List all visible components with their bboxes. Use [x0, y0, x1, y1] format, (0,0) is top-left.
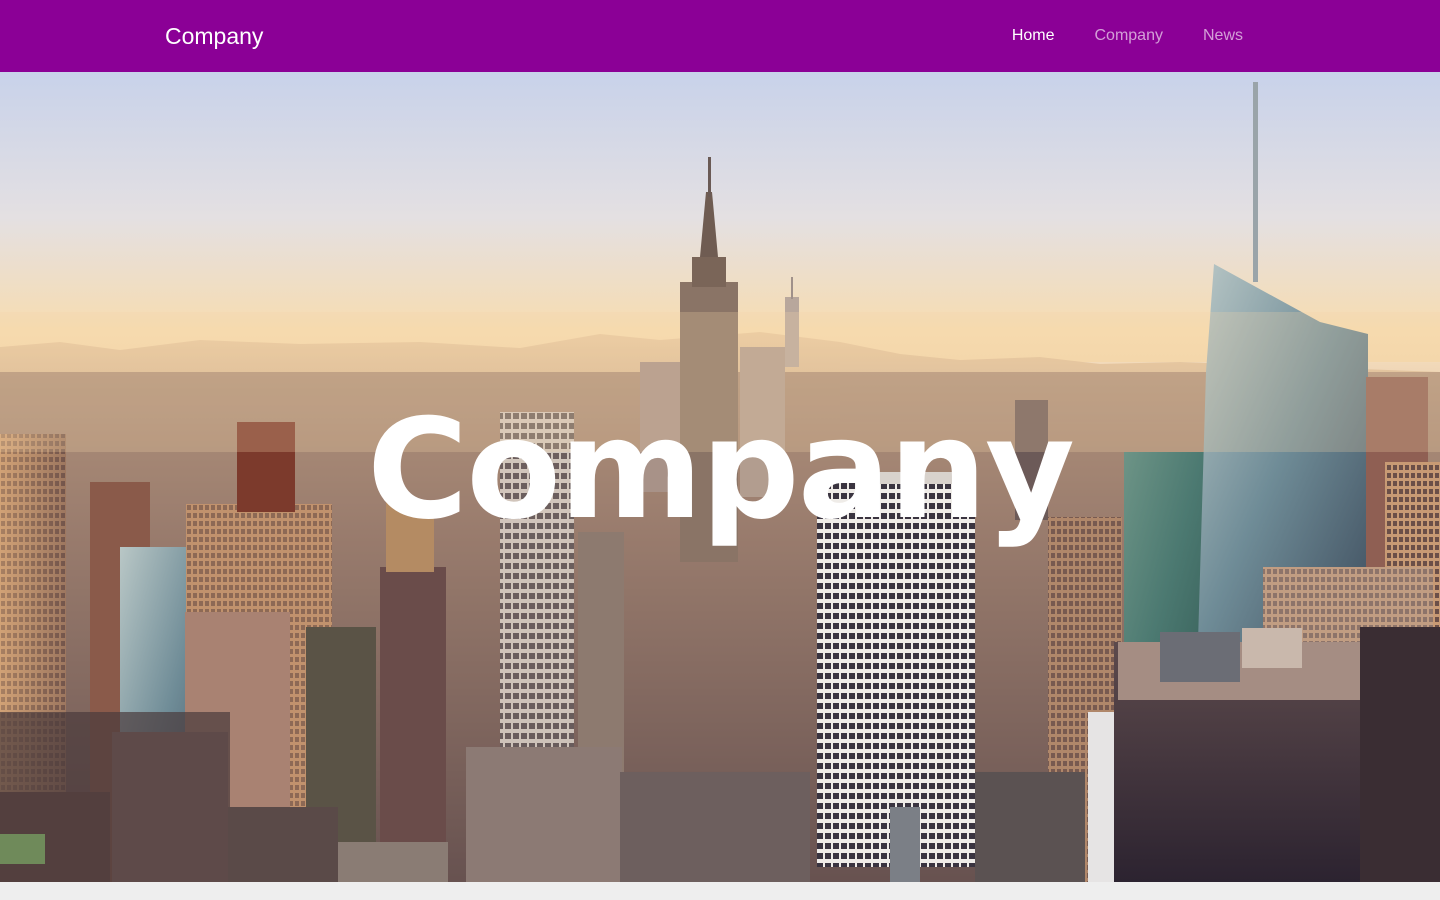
top-navbar: Company Home Company News: [0, 0, 1440, 72]
hero-banner: Company: [0, 72, 1440, 882]
hero-title: Company: [367, 389, 1075, 550]
page-bottom-strip: [0, 882, 1440, 900]
nav-link-news[interactable]: News: [1203, 25, 1243, 47]
brand-link[interactable]: Company: [165, 22, 263, 50]
nav-links: Home Company News: [1012, 25, 1243, 47]
nav-link-home[interactable]: Home: [1012, 25, 1055, 47]
nav-link-company[interactable]: Company: [1095, 25, 1163, 47]
